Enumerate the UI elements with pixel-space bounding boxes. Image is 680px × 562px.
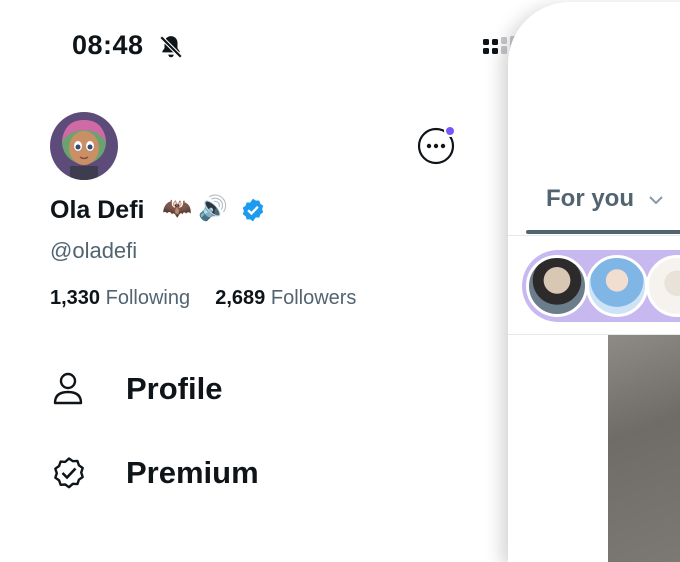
menu-label-premium: Premium [126, 455, 259, 490]
follow-stats: 1,330 Following 2,689 Followers [50, 287, 356, 310]
following-count: 1,330 [50, 287, 101, 309]
tab-for-you[interactable]: For you [546, 185, 634, 213]
home-feed-card[interactable]: For you [508, 2, 680, 562]
stories-bar[interactable] [522, 250, 680, 322]
story-avatar[interactable] [646, 255, 680, 317]
following-label: Following [105, 287, 191, 309]
more-dots-icon [417, 125, 456, 165]
name-emoji: 🦇 [162, 195, 192, 222]
chevron-down-icon[interactable] [648, 192, 664, 208]
divider [508, 235, 680, 236]
menu-label-profile: Profile [126, 371, 223, 406]
more-options-button[interactable] [416, 124, 458, 166]
avatar[interactable] [50, 112, 118, 180]
tab-underline [526, 230, 680, 234]
status-time: 08:48 [72, 30, 144, 60]
display-name[interactable]: Ola Defi [50, 196, 144, 225]
person-icon [53, 372, 83, 405]
following-link[interactable]: 1,330 Following [50, 287, 190, 309]
followers-label: Followers [270, 287, 357, 309]
avatar-illustration [50, 112, 118, 180]
story-avatar[interactable] [586, 255, 648, 317]
verified-badge-icon[interactable] [240, 197, 266, 223]
name-emoji: 🔊 [198, 195, 228, 222]
story-avatar[interactable] [526, 255, 588, 317]
username-handle: @oladefi [50, 238, 138, 263]
verified-badge-outline-icon [54, 457, 84, 489]
post-media-image[interactable] [608, 335, 680, 562]
menu-item-premium[interactable]: Premium [50, 451, 310, 495]
followers-link[interactable]: 2,689 Followers [215, 287, 356, 309]
followers-count: 2,689 [215, 287, 266, 309]
menu-item-profile[interactable]: Profile [50, 367, 310, 411]
bell-slash-icon [159, 35, 183, 59]
